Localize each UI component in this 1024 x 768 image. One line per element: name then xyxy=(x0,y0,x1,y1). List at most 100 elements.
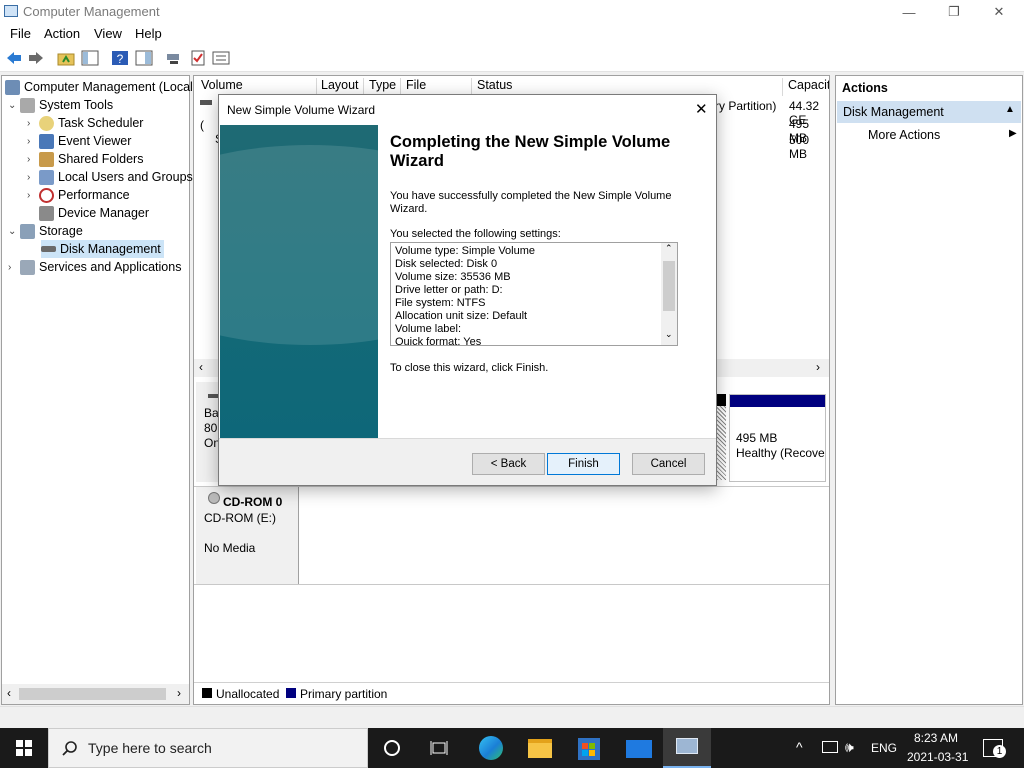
taskbar-computer-management[interactable] xyxy=(663,728,711,768)
close-button[interactable]: ✕ xyxy=(976,0,1022,24)
menu-help[interactable]: Help xyxy=(135,26,162,41)
tree-item-device-manager[interactable]: Device Manager xyxy=(39,204,149,222)
taskbar-search-box[interactable]: Type here to search xyxy=(48,728,368,768)
scroll-right-icon[interactable]: › xyxy=(177,686,181,700)
collapse-icon[interactable]: ▲ xyxy=(1005,104,1015,115)
settings-scrollbar[interactable]: ⌃ ⌄ xyxy=(661,243,677,345)
store-logo-square xyxy=(589,743,595,749)
chevron-right-icon[interactable]: › xyxy=(8,262,20,273)
tree-item-services[interactable]: › Services and Applications xyxy=(8,258,181,276)
chevron-right-icon[interactable]: › xyxy=(27,190,39,201)
mail-icon[interactable] xyxy=(626,740,652,758)
network-icon[interactable] xyxy=(822,741,838,753)
computer-management-icon xyxy=(5,79,20,95)
chevron-right-icon[interactable]: › xyxy=(27,118,39,129)
settings-summary[interactable]: Volume type: Simple Volume Disk selected… xyxy=(390,242,678,346)
up-folder-icon[interactable] xyxy=(57,50,75,66)
chevron-right-icon[interactable]: › xyxy=(27,154,39,165)
scroll-down-icon[interactable]: ⌄ xyxy=(665,329,673,340)
tree-item-label: Performance xyxy=(58,188,130,202)
scroll-left-icon[interactable]: ‹ xyxy=(7,686,11,700)
menu-action[interactable]: Action xyxy=(44,26,80,41)
legend: Unallocated Primary partition xyxy=(194,682,829,704)
unallocated-swatch xyxy=(202,688,212,698)
menu-file[interactable]: File xyxy=(10,26,31,41)
volume-icon[interactable]: 🕪 xyxy=(845,739,854,756)
toolbar: ? xyxy=(0,44,1024,72)
show-hide-tree-icon[interactable] xyxy=(81,50,99,66)
event-viewer-icon xyxy=(39,133,54,149)
properties-pane-icon[interactable] xyxy=(135,50,153,66)
volume-status-text: ry Partition) xyxy=(715,99,777,113)
tree-item-system-tools[interactable]: ⌄ System Tools xyxy=(8,96,113,114)
tree-item-task-scheduler[interactable]: › Task Scheduler xyxy=(27,114,143,132)
scroll-right-icon[interactable]: › xyxy=(816,360,820,374)
tree-item-disk-management[interactable]: Disk Management xyxy=(41,240,164,258)
partition-status: Healthy (Recove xyxy=(736,446,825,460)
minimize-button[interactable]: — xyxy=(886,0,932,24)
tree-item-performance[interactable]: › Performance xyxy=(27,186,130,204)
clock-date[interactable]: 2021-03-31 xyxy=(907,750,968,764)
scrollbar-thumb[interactable] xyxy=(19,688,166,700)
scroll-left-icon[interactable]: ‹ xyxy=(199,360,203,374)
tree-horizontal-scrollbar[interactable]: ‹ › xyxy=(2,684,189,704)
status-bar xyxy=(0,706,1024,728)
chevron-right-icon[interactable]: › xyxy=(27,172,39,183)
connect-icon[interactable] xyxy=(165,50,183,66)
chevron-down-icon[interactable]: ⌄ xyxy=(8,226,20,237)
cdrom-media: No Media xyxy=(204,541,256,555)
volume-row-prefix: ( xyxy=(200,118,204,132)
dialog-title-bar: New Simple Volume Wizard ✕ xyxy=(219,95,716,125)
list-view-icon[interactable] xyxy=(212,50,230,66)
tree-item-event-viewer[interactable]: › Event Viewer xyxy=(27,132,131,150)
maximize-button[interactable]: ❐ xyxy=(931,0,977,24)
tree-item-label: System Tools xyxy=(39,98,114,112)
tree-item-label: Event Viewer xyxy=(58,134,132,148)
search-icon xyxy=(62,741,77,756)
task-view-icon[interactable] xyxy=(430,739,448,757)
help-icon[interactable]: ? xyxy=(111,50,129,66)
dialog-close-icon[interactable]: ✕ xyxy=(695,100,708,118)
windows-start-icon[interactable] xyxy=(16,740,32,756)
back-arrow-icon[interactable] xyxy=(5,50,23,66)
more-actions-item[interactable]: More Actions ▶ xyxy=(837,125,1021,145)
actions-section-disk-management[interactable]: Disk Management ▲ xyxy=(837,101,1021,123)
finish-button[interactable]: Finish xyxy=(547,453,620,475)
search-placeholder: Type here to search xyxy=(88,740,212,756)
scrollbar-thumb[interactable] xyxy=(663,261,675,311)
recovery-partition[interactable]: 495 MB Healthy (Recove xyxy=(729,394,826,482)
setting-allocation-unit: Allocation unit size: Default xyxy=(395,310,528,322)
tree-item-root[interactable]: Computer Management (Local xyxy=(5,78,193,96)
svg-text:?: ? xyxy=(117,52,124,66)
performance-icon xyxy=(39,187,54,203)
show-hidden-icons-icon[interactable]: ^ xyxy=(796,739,803,755)
tree-item-label: Local Users and Groups xyxy=(58,170,193,184)
back-button[interactable]: < Back xyxy=(472,453,545,475)
cortana-icon[interactable] xyxy=(384,740,400,756)
scroll-up-icon[interactable]: ⌃ xyxy=(665,243,673,254)
store-logo-square xyxy=(582,743,588,749)
language-indicator[interactable]: ENG xyxy=(871,741,897,755)
cancel-button[interactable]: Cancel xyxy=(632,453,705,475)
setting-quick-format: Quick format: Yes xyxy=(395,336,482,346)
menu-view[interactable]: View xyxy=(94,26,122,41)
notification-center-icon[interactable]: 1 xyxy=(983,739,1006,758)
tree-item-local-users[interactable]: › Local Users and Groups xyxy=(27,168,193,186)
volume-capacity: 500 MB xyxy=(789,133,810,161)
computer-management-icon xyxy=(4,5,18,17)
chevron-down-icon[interactable]: ⌄ xyxy=(8,100,20,111)
cdrom-drive: CD-ROM (E:) xyxy=(204,511,276,525)
store-icon[interactable] xyxy=(578,738,600,760)
forward-arrow-icon[interactable] xyxy=(27,50,45,66)
tree-item-storage[interactable]: ⌄ Storage xyxy=(8,222,83,240)
checklist-icon[interactable] xyxy=(189,50,207,66)
chevron-right-icon[interactable]: › xyxy=(27,136,39,147)
title-bar: Computer Management — ❐ ✕ xyxy=(0,0,1024,24)
file-explorer-icon[interactable] xyxy=(528,739,552,758)
edge-browser-icon[interactable] xyxy=(479,736,503,760)
tree-item-label: Computer Management (Local xyxy=(24,80,193,94)
cdrom-0-info[interactable]: CD-ROM 0 CD-ROM (E:) No Media xyxy=(196,487,299,585)
clock-time[interactable]: 8:23 AM xyxy=(914,731,958,745)
tree-item-shared-folders[interactable]: › Shared Folders xyxy=(27,150,143,168)
column-capacity[interactable]: Capacit xyxy=(783,78,829,96)
